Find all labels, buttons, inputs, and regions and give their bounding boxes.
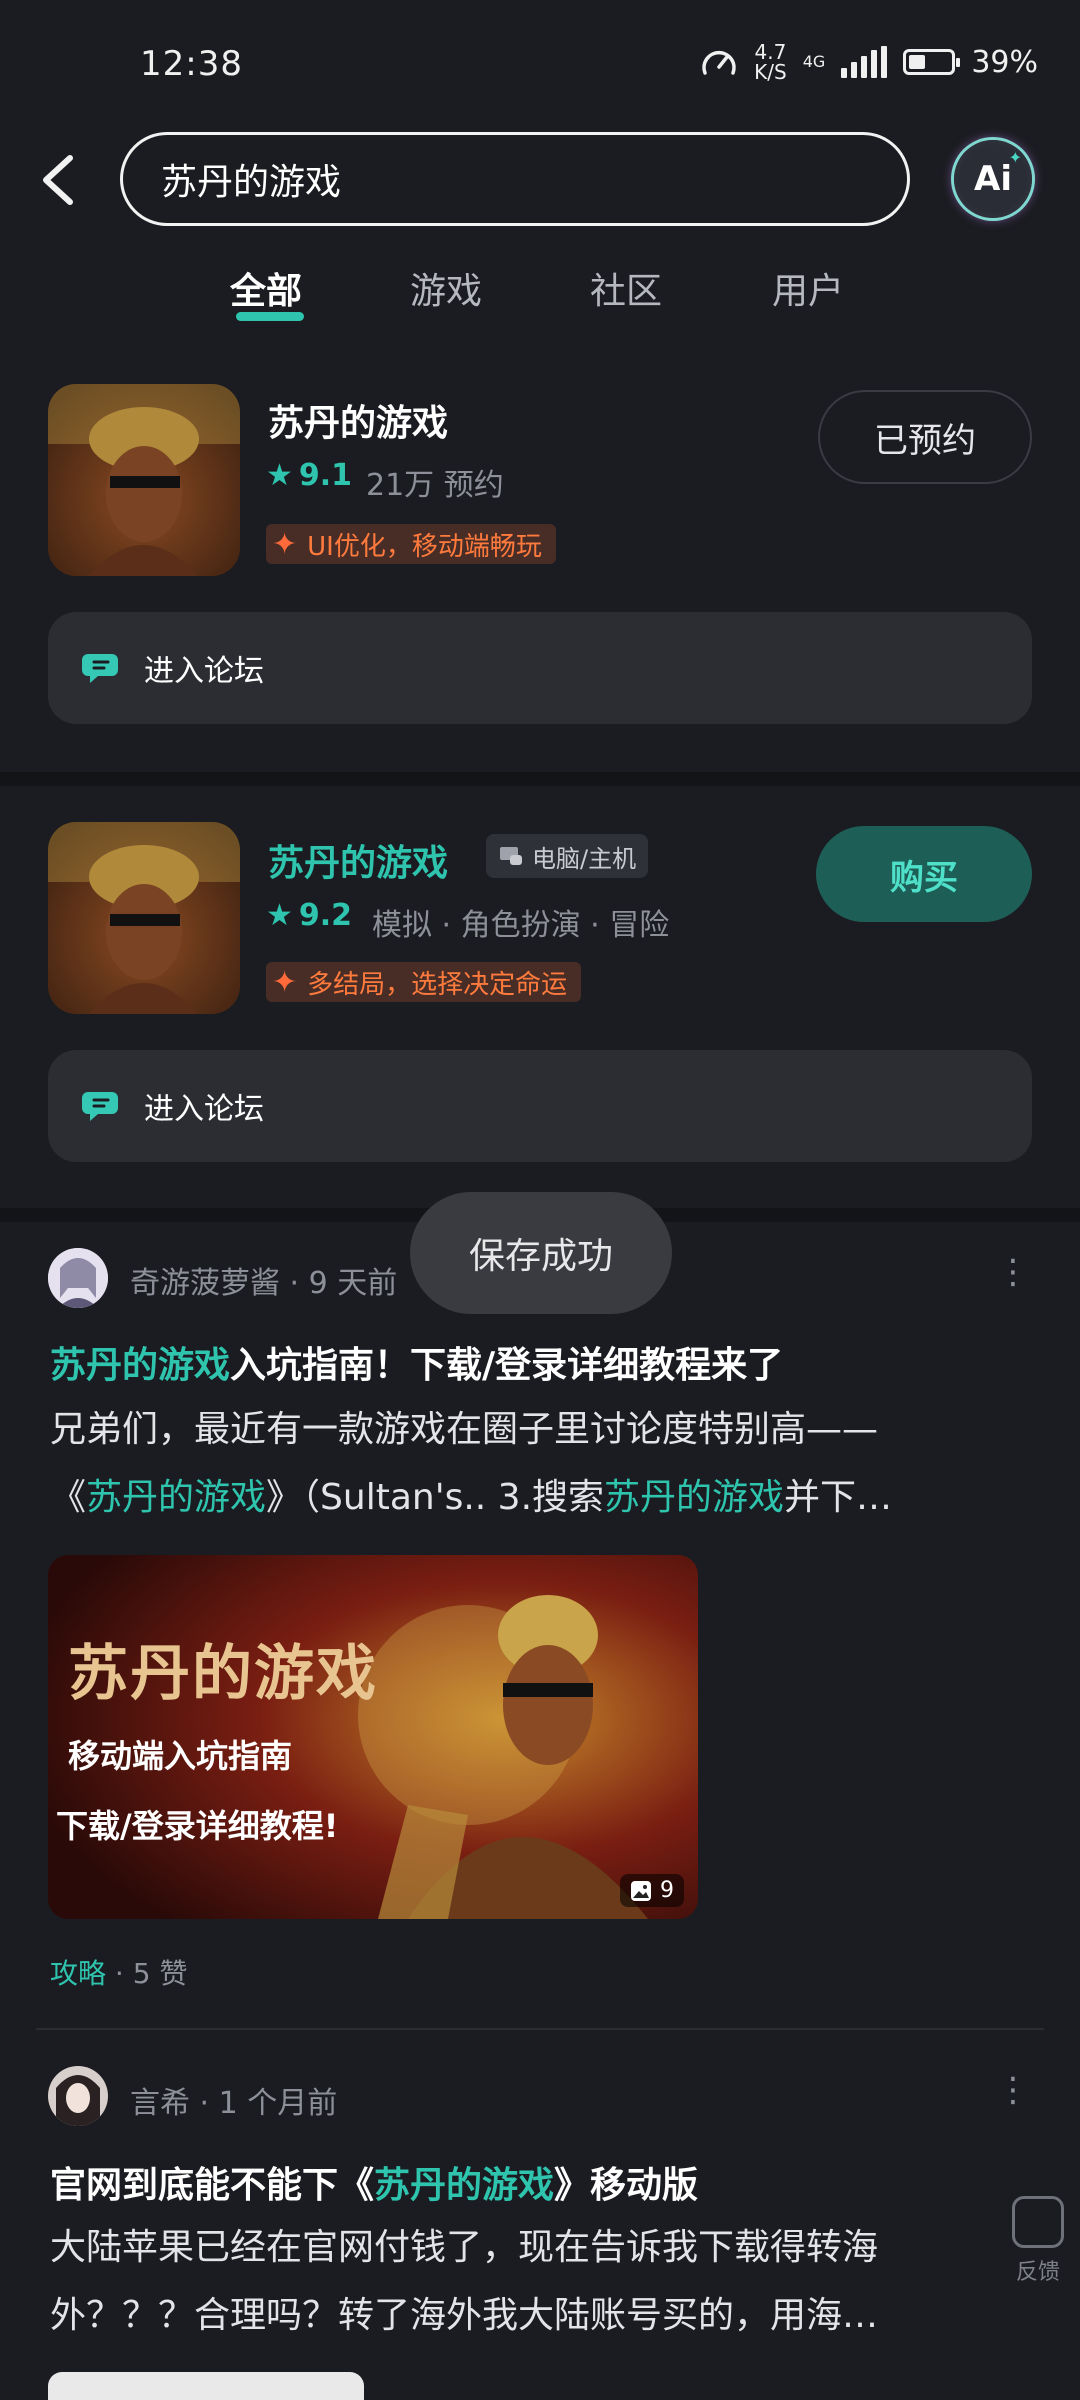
buy-button[interactable]: 购买: [816, 826, 1032, 922]
game-genres: 模拟 · 角色扮演 · 冒险: [372, 908, 670, 943]
battery-percent: 39%: [971, 44, 1038, 80]
more-options-icon[interactable]: ⋮: [996, 2070, 1030, 2110]
chevron-left-icon: [43, 155, 73, 205]
reserved-button[interactable]: 已预约: [818, 390, 1032, 484]
back-button[interactable]: [30, 140, 90, 220]
post-footer: 攻略 · 5 赞: [50, 1952, 187, 1992]
sparkle-icon: ✦: [272, 526, 298, 562]
cover-caption: 下载/登录详细教程!: [56, 1807, 339, 1845]
tab-users[interactable]: 用户: [772, 262, 844, 314]
post-author[interactable]: 奇游菠萝酱 · 9 天前: [130, 1258, 397, 1302]
avatar-image: [48, 1248, 108, 1308]
forum-label: 进入论坛: [144, 1092, 264, 1127]
signal-icon: [841, 46, 888, 78]
sparkle-icon: ✦: [272, 964, 298, 1000]
platform-badge: 电脑/主机: [486, 834, 649, 878]
tab-games[interactable]: 游戏: [410, 262, 482, 314]
post-category[interactable]: 攻略: [50, 1957, 106, 1990]
gamepad-icon: [500, 847, 522, 865]
search-input[interactable]: 苏丹的游戏: [120, 132, 910, 226]
game-art-image: [48, 384, 240, 576]
post-author[interactable]: 言希 · 1 个月前: [130, 2078, 337, 2122]
forum-icon: [82, 1092, 118, 1121]
battery-icon: [903, 49, 961, 75]
network-speed: 4.7 K/S: [754, 40, 787, 84]
feedback-button[interactable]: 反馈: [1008, 2196, 1068, 2286]
forum-icon: [82, 654, 118, 683]
result-tabs: 全部 游戏 社区 用户: [0, 262, 1080, 322]
post-excerpt-line[interactable]: 《苏丹的游戏》（Sultan's.. 3.搜索苏丹的游戏并下…: [50, 1466, 892, 1530]
post-excerpt-line[interactable]: 外？？？合理吗？转了海外我大陆账号买的，用海…: [50, 2284, 1025, 2348]
cover-title: 苏丹的游戏: [68, 1639, 378, 1709]
post-excerpt-line[interactable]: 大陆苹果已经在官网付钱了，现在告诉我下载得转海: [50, 2216, 1010, 2280]
status-time: 12:38: [140, 44, 243, 84]
image-count-badge: 9: [620, 1874, 684, 1907]
enter-forum-button[interactable]: 进入论坛: [48, 1050, 1032, 1162]
speedometer-icon: [702, 50, 736, 75]
avatar[interactable]: [48, 2066, 108, 2126]
enter-forum-button[interactable]: 进入论坛: [48, 612, 1032, 724]
game-rating: ★ 9.1: [266, 458, 353, 493]
sparkle-icon: ✦: [1008, 148, 1022, 167]
game-tagline: ✦ 多结局，选择决定命运: [266, 962, 582, 1002]
game-title[interactable]: 苏丹的游戏: [268, 394, 448, 446]
tab-community[interactable]: 社区: [590, 262, 662, 314]
search-value: 苏丹的游戏: [161, 162, 342, 203]
network-type: 4G: [802, 52, 826, 71]
feedback-icon: [1012, 2196, 1064, 2248]
game-icon[interactable]: [48, 384, 240, 576]
star-icon: ★: [266, 898, 293, 933]
game-rating: ★ 9.2: [266, 898, 353, 933]
avatar-image: [48, 2066, 108, 2126]
game-tagline: ✦ UI优化，移动端畅玩: [266, 524, 556, 564]
toast-message: 保存成功: [410, 1192, 672, 1314]
post-likes: · 5 赞: [114, 1957, 188, 1990]
tab-all[interactable]: 全部: [230, 262, 302, 314]
avatar[interactable]: [48, 1248, 108, 1308]
section-divider: [0, 772, 1080, 786]
status-icons: 4.7 K/S 4G 39%: [700, 42, 1038, 82]
post-title[interactable]: 官网到底能不能下《苏丹的游戏》移动版: [50, 2156, 698, 2208]
reservation-count: 21万 预约: [366, 468, 504, 503]
ai-button[interactable]: Ai ✦: [954, 140, 1032, 218]
tab-indicator: [236, 312, 304, 321]
post-title[interactable]: 苏丹的游戏入坑指南！下载/登录详细教程来了: [50, 1336, 783, 1388]
more-options-icon[interactable]: ⋮: [996, 1252, 1030, 1292]
game-art-image: [48, 822, 240, 1014]
game-title[interactable]: 苏丹的游戏: [268, 834, 448, 886]
image-icon: [631, 1880, 651, 1901]
ai-label: Ai: [974, 159, 1012, 199]
post-image[interactable]: 苏丹的游戏 移动端入坑指南 下载/登录详细教程! 9: [48, 1555, 698, 1919]
post-excerpt-line[interactable]: 兄弟们，最近有一款游戏在圈子里讨论度特别高——: [50, 1398, 878, 1462]
post-divider: [36, 2028, 1044, 2030]
forum-label: 进入论坛: [144, 654, 264, 689]
post-image-thumbnail[interactable]: [48, 2372, 364, 2400]
cover-subtitle: 移动端入坑指南: [68, 1737, 293, 1775]
game-icon[interactable]: [48, 822, 240, 1014]
star-icon: ★: [266, 458, 293, 493]
